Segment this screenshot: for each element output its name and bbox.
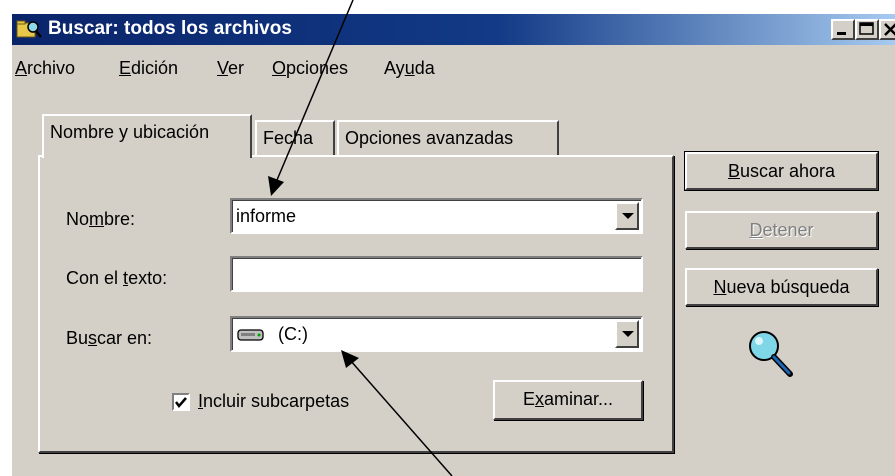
incluir-subcarpetas-label[interactable]: Incluir subcarpetas: [198, 391, 349, 412]
nueva-busqueda-button[interactable]: Nueva búsqueda: [685, 268, 878, 306]
tab-opciones-avanzadas[interactable]: Opciones avanzadas: [337, 120, 559, 158]
maximize-icon: [859, 22, 874, 35]
buscar-en-combobox[interactable]: (C:): [230, 316, 643, 352]
maximize-button[interactable]: [855, 19, 879, 40]
tab-opciones-avanzadas-label: Opciones avanzadas: [345, 128, 514, 148]
search-folder-icon: [16, 20, 42, 38]
minimize-icon: [837, 32, 846, 35]
tab-nombre-ubicacion[interactable]: Nombre y ubicación: [42, 114, 252, 158]
tab-fecha[interactable]: Fecha: [255, 120, 335, 158]
examinar-button[interactable]: Examinar...: [493, 380, 643, 420]
magnifier-icon: [749, 331, 793, 377]
buscar-en-dropdown-button[interactable]: [615, 320, 639, 348]
menu-ayuda[interactable]: Ayuda: [384, 58, 435, 79]
tab-fecha-label: Fecha: [263, 128, 314, 148]
nombre-input[interactable]: informe: [236, 206, 296, 227]
menu-archivo[interactable]: Archivo: [15, 58, 75, 79]
texto-label: Con el texto:: [66, 268, 168, 288]
window-title: Buscar: todos los archivos: [48, 18, 292, 39]
menu-edicion[interactable]: Edición: [119, 58, 178, 79]
tab-panel: Nombre: informe Con el texto: Buscar en:…: [38, 155, 674, 453]
buscar-en-value: (C:): [278, 324, 308, 344]
menu-bar: Archivo Edición Ver Opciones Ayuda: [12, 52, 895, 86]
title-bar[interactable]: Buscar: todos los archivos: [12, 14, 895, 45]
close-button[interactable]: [879, 19, 895, 40]
menu-ver[interactable]: Ver: [217, 58, 244, 79]
close-icon: [884, 23, 895, 36]
nombre-combobox[interactable]: informe: [230, 198, 643, 234]
buscar-en-label: Buscar en:: [66, 328, 153, 348]
tab-nombre-ubicacion-label: Nombre y ubicación: [50, 122, 210, 142]
texto-input[interactable]: [230, 256, 643, 292]
menu-opciones[interactable]: Opciones: [272, 58, 348, 79]
nombre-label: Nombre:: [66, 209, 136, 229]
detener-button[interactable]: Detener: [685, 211, 878, 249]
minimize-button[interactable]: [831, 19, 855, 40]
search-window: Buscar: todos los archivos Archivo Edici…: [10, 12, 895, 476]
drive-icon: [237, 329, 264, 341]
nombre-dropdown-button[interactable]: [615, 202, 639, 230]
checkmark-icon: [175, 397, 187, 408]
buscar-ahora-button[interactable]: Buscar ahora: [684, 151, 879, 191]
incluir-subcarpetas-checkbox[interactable]: [172, 393, 190, 411]
